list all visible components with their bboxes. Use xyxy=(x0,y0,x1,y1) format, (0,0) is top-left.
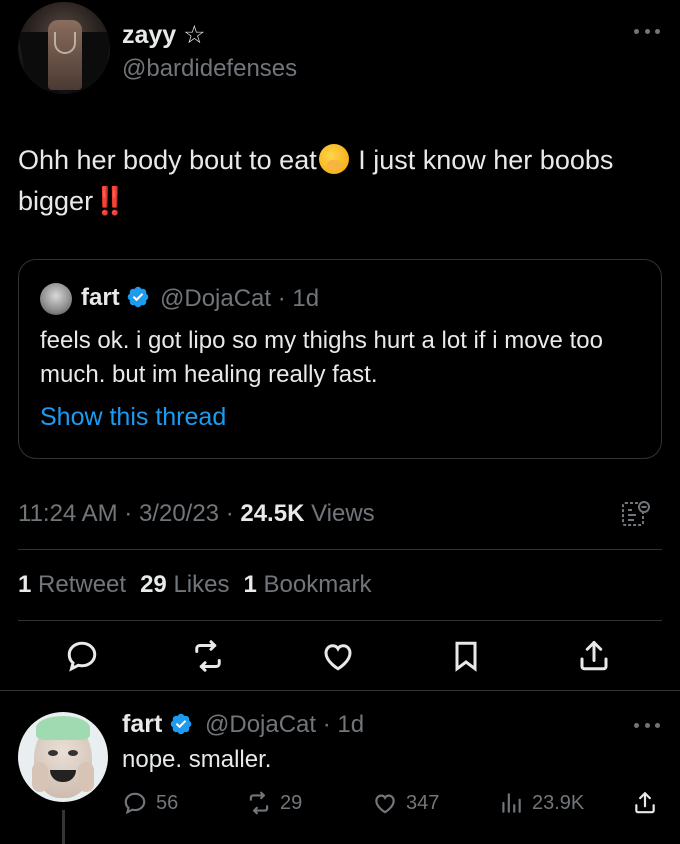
hand-over-mouth-emoji-icon xyxy=(318,144,349,174)
views-bar-chart-icon xyxy=(502,793,521,813)
like-heart-icon xyxy=(375,794,395,814)
star-icon: ☆ xyxy=(183,21,206,49)
thread-connector-line xyxy=(62,810,65,844)
tweet-text: Ohh her body bout to eat I just know her… xyxy=(18,144,614,216)
divider xyxy=(18,620,662,621)
more-options-icon[interactable] xyxy=(634,26,660,36)
tweet-timestamp-views: 11:24 AM · 3/20/23 · 24.5K Views xyxy=(18,500,375,527)
reply-author-avatar[interactable] xyxy=(18,712,108,802)
reply-like-button[interactable]: 347 xyxy=(372,788,439,818)
retweet-icon xyxy=(249,791,269,815)
tweet-actions xyxy=(18,638,662,678)
reply-handle-time[interactable]: @DojaCat · 1d xyxy=(205,711,364,739)
author-handle[interactable]: @bardidefenses xyxy=(122,55,297,83)
divider xyxy=(0,690,680,691)
likes-stat[interactable]: 29 Likes xyxy=(140,571,229,598)
reply-icon[interactable] xyxy=(64,638,100,674)
reply-actions: 56 29 347 23.9K xyxy=(122,788,662,818)
quoted-author-name: fart xyxy=(81,284,150,312)
divider xyxy=(18,549,662,550)
quoted-author-avatar xyxy=(40,283,72,315)
quoted-handle-time: @DojaCat · 1d xyxy=(160,285,320,312)
analytics-icon[interactable] xyxy=(620,498,652,530)
double-exclamation-emoji-icon: ‼️ xyxy=(93,186,127,216)
reply-text: nope. smaller. xyxy=(122,746,272,773)
verified-badge-icon xyxy=(128,286,149,308)
reply-author-name[interactable]: fart xyxy=(122,710,193,739)
reply-icon xyxy=(124,792,146,815)
share-icon[interactable] xyxy=(576,638,612,674)
share-icon xyxy=(635,792,655,814)
like-heart-icon[interactable] xyxy=(320,638,356,674)
author-avatar[interactable] xyxy=(18,2,110,94)
quoted-tweet-text: feels ok. i got lipo so my thighs hurt a… xyxy=(40,327,603,388)
show-thread-link[interactable]: Show this thread xyxy=(40,403,226,432)
engagement-stats: 1 Retweet 29 Likes 1 Bookmark xyxy=(18,571,372,599)
reply-share-button[interactable] xyxy=(632,788,658,818)
bookmark-icon[interactable] xyxy=(448,638,484,674)
reply-views-button[interactable]: 23.9K xyxy=(498,788,584,818)
retweet-icon[interactable] xyxy=(190,638,226,674)
reply-more-options-icon[interactable] xyxy=(634,720,660,730)
verified-badge-icon xyxy=(171,713,192,735)
reply-retweet-button[interactable]: 29 xyxy=(246,788,302,818)
retweets-stat[interactable]: 1 Retweet xyxy=(18,571,126,598)
author-display-name[interactable]: zayy ☆ xyxy=(122,20,206,50)
bookmarks-stat[interactable]: 1 Bookmark xyxy=(243,571,371,598)
reply-reply-button[interactable]: 56 xyxy=(122,788,178,818)
